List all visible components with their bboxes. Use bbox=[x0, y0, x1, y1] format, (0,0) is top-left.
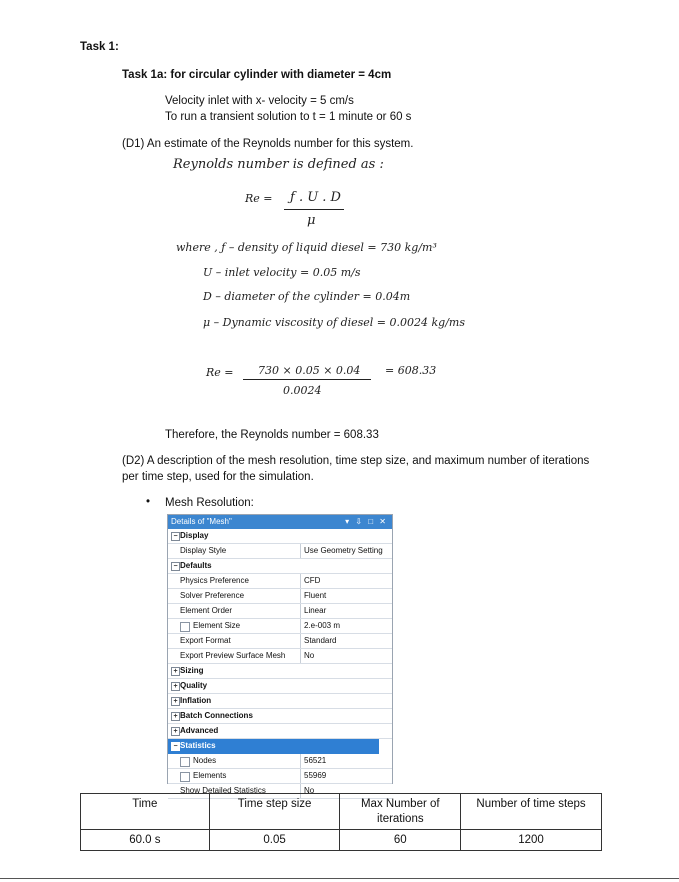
group-row-sizing[interactable]: + Sizing bbox=[168, 664, 392, 679]
transient-line: To run a transient solution to t = 1 min… bbox=[165, 111, 412, 123]
parameter-checkbox[interactable] bbox=[180, 772, 190, 782]
hw-formula-fraction-bar bbox=[284, 209, 344, 210]
group-row-inflation[interactable]: + Inflation bbox=[168, 694, 392, 709]
row-value: 55969 bbox=[300, 769, 326, 783]
row-label: Nodes bbox=[193, 756, 217, 765]
property-row-nodes[interactable]: Nodes 56521 bbox=[168, 754, 392, 769]
property-row-physics-preference[interactable]: Physics Preference CFD bbox=[168, 574, 392, 589]
group-row-statistics[interactable]: − Statistics bbox=[168, 739, 379, 754]
task-title: Task 1: bbox=[80, 41, 119, 53]
hw-where-rho: where , ƒ – density of liquid diesel = 7… bbox=[176, 241, 437, 254]
mesh-panel-controls-icon[interactable]: ▾ ⇩ □ ✕ bbox=[345, 515, 388, 529]
row-label: Batch Connections bbox=[180, 711, 253, 720]
row-label: Inflation bbox=[180, 696, 212, 705]
hw-formula-numerator: ƒ . U . D bbox=[290, 190, 341, 205]
row-value: 56521 bbox=[300, 754, 326, 768]
bullet-label: Mesh Resolution: bbox=[165, 497, 254, 509]
row-value: 2.e-003 m bbox=[300, 619, 340, 633]
property-row-export-preview[interactable]: Export Preview Surface Mesh No bbox=[168, 649, 392, 664]
hw-intro: Reynolds number is defined as : bbox=[173, 157, 384, 172]
collapse-icon[interactable]: − bbox=[171, 532, 180, 541]
hw-calc-numerator: 730 × 0.05 × 0.04 bbox=[258, 364, 361, 377]
collapse-icon[interactable]: − bbox=[171, 562, 180, 571]
row-label: Display bbox=[180, 531, 209, 540]
property-row-display-style[interactable]: Display Style Use Geometry Setting bbox=[168, 544, 392, 559]
mesh-panel-title: Details of "Mesh" bbox=[171, 517, 232, 526]
hw-calc-lhs: Re = bbox=[206, 366, 234, 379]
row-label: Export Format bbox=[180, 636, 231, 645]
hw-calc-denominator: 0.0024 bbox=[283, 384, 322, 397]
row-label: Sizing bbox=[180, 666, 204, 675]
row-value: Linear bbox=[300, 604, 326, 618]
row-label: Defaults bbox=[180, 561, 212, 570]
row-label: Export Preview Surface Mesh bbox=[180, 651, 286, 660]
row-value: Fluent bbox=[300, 589, 326, 603]
property-row-element-size[interactable]: Element Size 2.e-003 m bbox=[168, 619, 392, 634]
page-bottom-rule bbox=[0, 878, 679, 879]
d2-heading-line2: per time step, used for the simulation. bbox=[122, 471, 314, 483]
hw-where-u: U – inlet velocity = 0.05 m/s bbox=[203, 266, 361, 279]
table-cell: 60.0 s bbox=[80, 829, 210, 851]
group-row-batch-connections[interactable]: + Batch Connections bbox=[168, 709, 392, 724]
row-label: Advanced bbox=[180, 726, 219, 735]
d2-heading-line1: (D2) A description of the mesh resolutio… bbox=[122, 455, 590, 467]
table-cell: 1200 bbox=[460, 829, 602, 851]
group-row-advanced[interactable]: + Advanced bbox=[168, 724, 392, 739]
parameter-checkbox[interactable] bbox=[180, 622, 190, 632]
row-label: Elements bbox=[193, 771, 227, 780]
bullet-dot: • bbox=[146, 496, 151, 508]
parameter-checkbox[interactable] bbox=[180, 757, 190, 767]
hw-calc-result: = 608.33 bbox=[385, 364, 437, 377]
expand-icon[interactable]: + bbox=[171, 727, 180, 736]
row-label: Statistics bbox=[180, 741, 216, 750]
expand-icon[interactable]: + bbox=[171, 682, 180, 691]
row-label: Quality bbox=[180, 681, 208, 690]
table-header-cell: Number of time steps bbox=[460, 793, 602, 830]
table-header-row: Time Time step size Max Number of iterat… bbox=[80, 793, 602, 830]
subtask-title: Task 1a: for circular cylinder with diam… bbox=[122, 69, 392, 81]
group-row-quality[interactable]: + Quality bbox=[168, 679, 392, 694]
row-label: Solver Preference bbox=[180, 591, 245, 600]
group-row-display[interactable]: − Display bbox=[168, 529, 392, 544]
velocity-line: Velocity inlet with x- velocity = 5 cm/s bbox=[165, 95, 354, 107]
table-cell: 60 bbox=[339, 829, 462, 851]
expand-icon[interactable]: + bbox=[171, 667, 180, 676]
row-label: Element Size bbox=[193, 621, 241, 630]
row-value: No bbox=[300, 649, 314, 663]
hw-calc-fraction-bar bbox=[243, 379, 371, 380]
row-value: Use Geometry Setting bbox=[300, 544, 383, 558]
property-row-elements[interactable]: Elements 55969 bbox=[168, 769, 392, 784]
mesh-details-panel: Details of "Mesh" ▾ ⇩ □ ✕ − Display Disp… bbox=[167, 514, 393, 799]
hw-formula-denominator: μ bbox=[307, 213, 316, 228]
property-row-export-format[interactable]: Export Format Standard bbox=[168, 634, 392, 649]
table-cell: 0.05 bbox=[208, 829, 341, 851]
table-header-cell: Time bbox=[80, 793, 210, 830]
hw-formula-lhs: Re = bbox=[245, 192, 273, 205]
table-row: 60.0 s 0.05 60 1200 bbox=[80, 829, 602, 851]
row-value: Standard bbox=[300, 634, 336, 648]
property-row-solver-preference[interactable]: Solver Preference Fluent bbox=[168, 589, 392, 604]
d1-heading: (D1) An estimate of the Reynolds number … bbox=[122, 138, 414, 150]
row-label: Element Order bbox=[180, 606, 233, 615]
collapse-icon[interactable]: − bbox=[171, 742, 180, 751]
group-row-defaults[interactable]: − Defaults bbox=[168, 559, 392, 574]
reynolds-result: Therefore, the Reynolds number = 608.33 bbox=[165, 429, 379, 441]
expand-icon[interactable]: + bbox=[171, 712, 180, 721]
table-header-cell: Max Number of iterations bbox=[339, 793, 462, 830]
property-row-element-order[interactable]: Element Order Linear bbox=[168, 604, 392, 619]
hw-where-d: D – diameter of the cylinder = 0.04m bbox=[203, 290, 411, 303]
row-label: Display Style bbox=[180, 546, 227, 555]
mesh-panel-titlebar: Details of "Mesh" ▾ ⇩ □ ✕ bbox=[168, 515, 392, 529]
row-label: Physics Preference bbox=[180, 576, 249, 585]
table-header-cell: Time step size bbox=[208, 793, 341, 830]
row-value: CFD bbox=[300, 574, 320, 588]
simulation-parameters-table: Time Time step size Max Number of iterat… bbox=[80, 793, 602, 851]
expand-icon[interactable]: + bbox=[171, 697, 180, 706]
hw-where-mu: μ – Dynamic viscosity of diesel = 0.0024… bbox=[203, 316, 465, 329]
